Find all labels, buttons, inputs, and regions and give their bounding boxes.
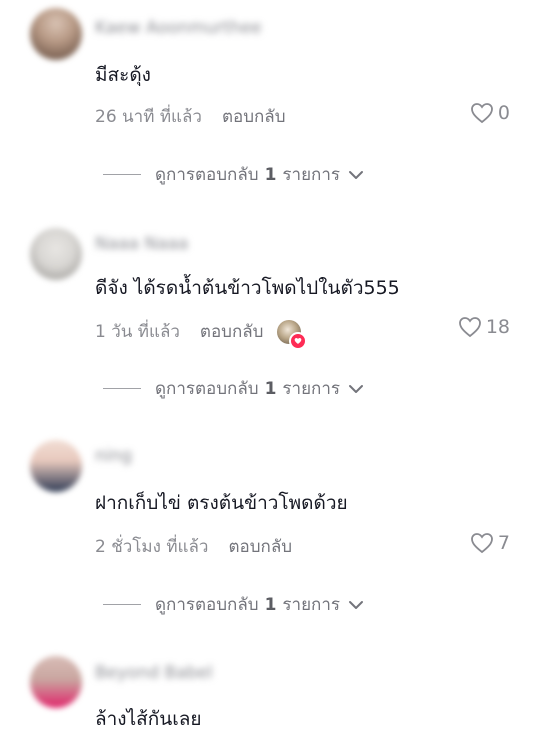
reply-button[interactable]: ตอบกลับ — [222, 103, 286, 130]
like-count: 0 — [497, 102, 510, 124]
comment-meta: 2 ชั่วโมง ที่แล้ว ตอบกลับ — [95, 533, 292, 560]
comment-time: 1 วัน ที่แล้ว — [95, 322, 180, 342]
comment-username[interactable]: Kaew Aoonmurthee — [95, 18, 262, 38]
view-replies-suffix: รายการ — [282, 165, 341, 185]
reply-button[interactable]: ตอบกลับ — [200, 318, 264, 345]
chevron-down-icon — [349, 600, 364, 609]
avatar[interactable] — [30, 440, 82, 492]
comment-username[interactable]: Naaa Naaa — [95, 234, 188, 254]
like-button[interactable]: 0 — [470, 102, 510, 124]
creator-liked-badge — [277, 319, 308, 350]
creator-liked-heart-icon — [289, 331, 308, 350]
divider-line — [103, 604, 141, 605]
like-button[interactable]: 18 — [458, 316, 510, 338]
comment-text: มีสะดุ้ง — [95, 64, 151, 86]
comment-username[interactable]: Beyond Babel — [95, 663, 213, 683]
view-replies-button[interactable]: ดูการตอบกลับ 1 รายการ — [103, 591, 364, 618]
view-replies-label: ดูการตอบกลับ — [155, 165, 259, 185]
comment-time: 26 นาที ที่แล้ว — [95, 107, 202, 127]
view-replies-label: ดูการตอบกลับ — [155, 595, 259, 615]
chevron-down-icon — [349, 170, 364, 179]
avatar[interactable] — [30, 656, 82, 708]
comment-text: ดีจัง ได้รดน้ำต้นข้าวโพดไปในตัว555 — [95, 277, 400, 299]
comment-meta: 26 นาที ที่แล้ว ตอบกลับ — [95, 103, 286, 130]
avatar[interactable] — [30, 8, 82, 60]
view-replies-label: ดูการตอบกลับ — [155, 379, 259, 399]
comment-username[interactable]: ning — [95, 446, 132, 466]
divider-line — [103, 388, 141, 389]
heart-outline-icon — [471, 103, 493, 124]
comment-time: 2 ชั่วโมง ที่แล้ว — [95, 537, 209, 557]
reply-button[interactable]: ตอบกลับ — [228, 533, 292, 560]
view-replies-count: 1 — [264, 164, 277, 185]
chevron-down-icon — [349, 384, 364, 393]
comment-text: ฝากเก็บไข่ ตรงต้นข้าวโพดด้วย — [95, 492, 348, 514]
view-replies-button[interactable]: ดูการตอบกลับ 1 รายการ — [103, 161, 364, 188]
view-replies-count: 1 — [264, 594, 277, 615]
like-count: 18 — [485, 316, 510, 338]
view-replies-suffix: รายการ — [282, 595, 341, 615]
like-button[interactable]: 7 — [470, 532, 510, 554]
divider-line — [103, 174, 141, 175]
view-replies-button[interactable]: ดูการตอบกลับ 1 รายการ — [103, 375, 364, 402]
like-count: 7 — [497, 532, 510, 554]
comment-text: ล้างไส้กันเลย — [95, 708, 202, 730]
view-replies-count: 1 — [264, 378, 277, 399]
comment-meta: 1 วัน ที่แล้ว ตอบกลับ — [95, 318, 308, 350]
avatar[interactable] — [30, 228, 82, 280]
heart-outline-icon — [471, 533, 493, 554]
view-replies-suffix: รายการ — [282, 379, 341, 399]
heart-outline-icon — [458, 317, 481, 338]
